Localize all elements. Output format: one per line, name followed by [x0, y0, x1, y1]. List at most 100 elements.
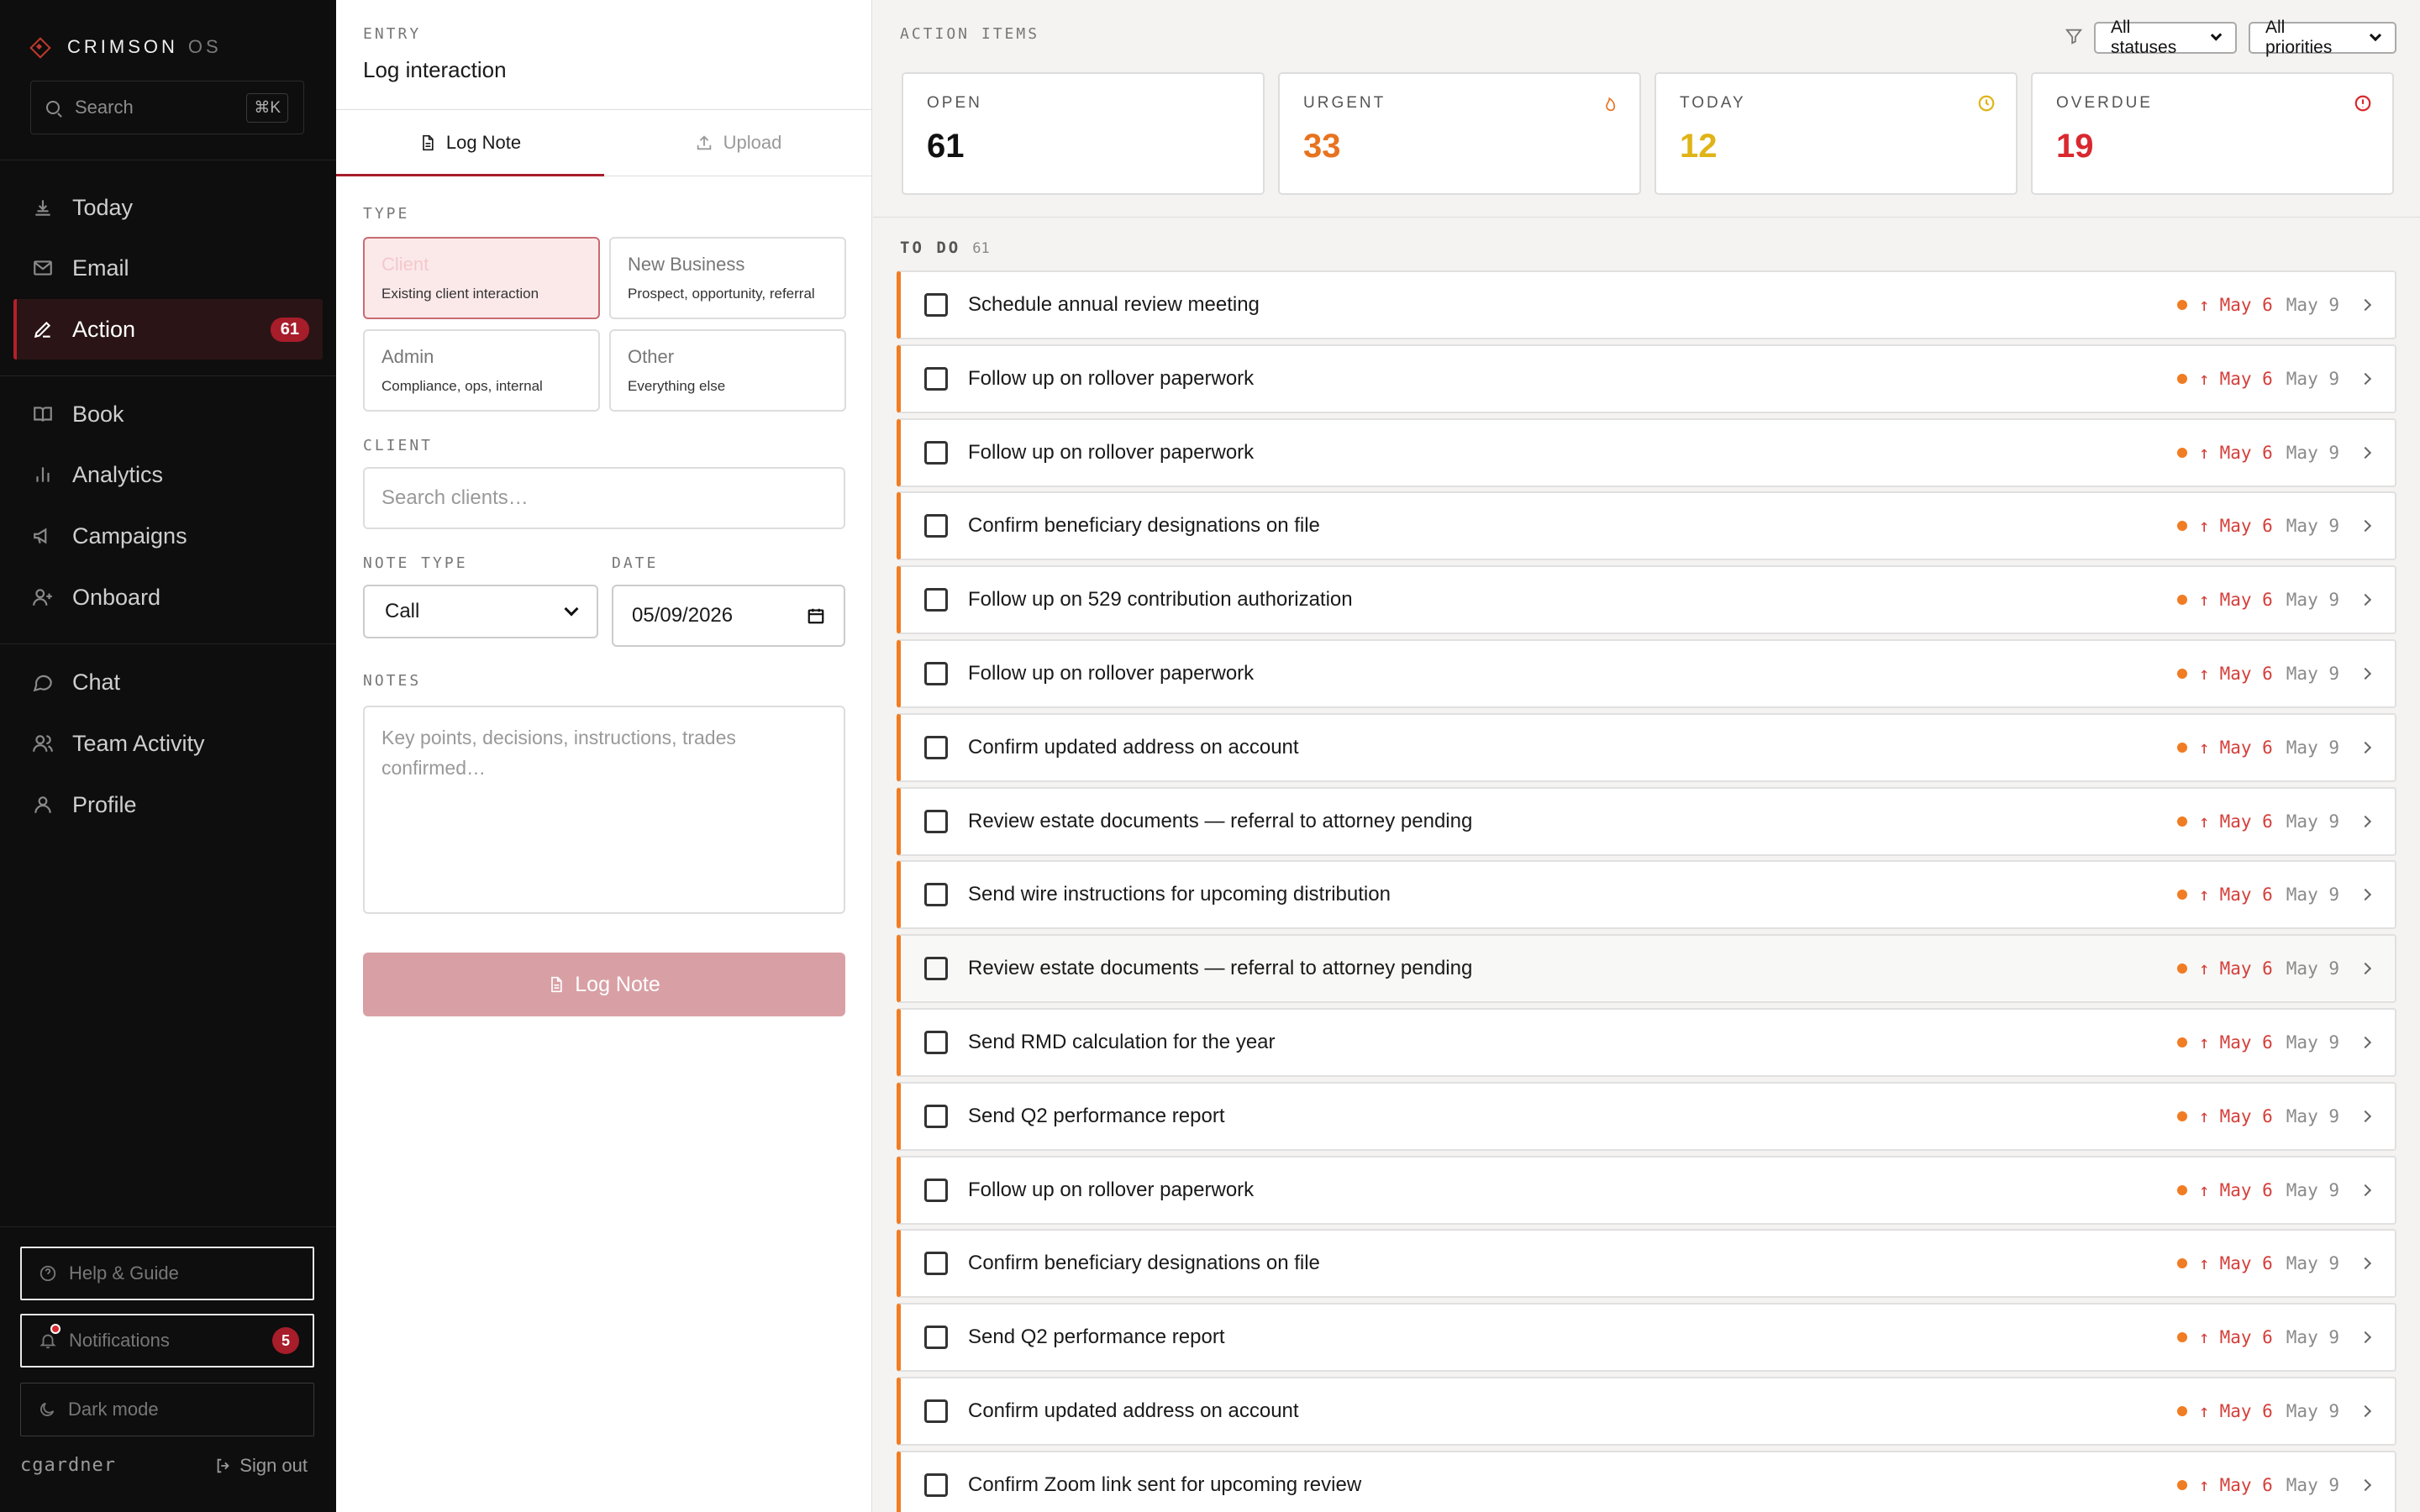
todo-checkbox[interactable] — [924, 1326, 948, 1349]
type-option-admin[interactable]: Admin Compliance, ops, internal — [363, 329, 600, 412]
todo-created-date: May 9 — [2286, 1327, 2339, 1347]
tab-log-note[interactable]: Log Note — [336, 110, 604, 176]
chevron-right-icon[interactable] — [2359, 1478, 2372, 1492]
todo-row[interactable]: Send wire instructions for upcoming dist… — [897, 860, 2396, 929]
todo-row[interactable]: Follow up on rollover paperwork ↑ May 6 May… — [897, 639, 2396, 708]
calendar-icon[interactable] — [807, 606, 825, 625]
nav-item-email[interactable]: Email — [13, 238, 323, 298]
todo-row[interactable]: Follow up on rollover paperwork ↑ May 6 May… — [897, 344, 2396, 413]
status-filter-select[interactable]: All statuses — [2094, 18, 2237, 57]
chevron-right-icon[interactable] — [2359, 1331, 2372, 1344]
chevron-right-icon[interactable] — [2359, 1110, 2372, 1123]
stat-card-urgent[interactable]: URGENT 33 — [1278, 72, 1641, 195]
todo-row[interactable]: Review estate documents — referral to at… — [897, 934, 2396, 1003]
todo-checkbox[interactable] — [924, 883, 948, 906]
nav-item-today[interactable]: Today — [13, 177, 323, 238]
nav-item-onboard[interactable]: Onboard — [13, 567, 323, 627]
todo-row[interactable]: Send Q2 performance report ↑ May 6 May 9 — [897, 1303, 2396, 1372]
dark-mode-toggle[interactable]: Dark mode — [20, 1383, 314, 1436]
todo-checkbox[interactable] — [924, 957, 948, 980]
stat-card-today[interactable]: TODAY 12 — [1655, 72, 2018, 195]
type-option-client[interactable]: Client Existing client interaction — [363, 237, 600, 319]
chevron-right-icon[interactable] — [2359, 1404, 2372, 1418]
todo-row[interactable]: Confirm updated address on account ↑ May 6… — [897, 713, 2396, 782]
chevron-right-icon[interactable] — [2359, 593, 2372, 606]
type-title: Other — [628, 346, 675, 367]
todo-row[interactable]: Send Q2 performance report ↑ May 6 May 9 — [897, 1082, 2396, 1151]
client-search-input[interactable]: Search clients… — [363, 467, 845, 529]
todo-checkbox[interactable] — [924, 1399, 948, 1423]
nav-item-action[interactable]: Action 61 — [13, 299, 323, 360]
todo-checkbox[interactable] — [924, 1252, 948, 1275]
todo-created-date: May 9 — [2286, 1401, 2339, 1421]
todo-checkbox[interactable] — [924, 293, 948, 317]
todo-checkbox[interactable] — [924, 1473, 948, 1497]
date-input[interactable]: 05/09/2026 — [612, 585, 845, 647]
type-desc: Existing client interaction — [381, 286, 539, 302]
todo-row[interactable]: Confirm updated address on account ↑ May 6… — [897, 1377, 2396, 1446]
todo-checkbox[interactable] — [924, 1031, 948, 1054]
todo-row[interactable]: Send RMD calculation for the year ↑ May 6 M… — [897, 1008, 2396, 1077]
todo-checkbox[interactable] — [924, 1179, 948, 1202]
todo-meta: ↑ May 6 May 9 — [2176, 1401, 2372, 1421]
nav-item-profile[interactable]: Profile — [13, 774, 323, 835]
notes-textarea[interactable]: Key points, decisions, instructions, tra… — [363, 706, 845, 914]
chevron-right-icon[interactable] — [2359, 741, 2372, 754]
priority-arrow-icon: ↑ — [2198, 1180, 2210, 1200]
todo-checkbox[interactable] — [924, 588, 948, 612]
nav-item-analytics[interactable]: Analytics — [13, 444, 323, 505]
todo-row[interactable]: Review estate documents — referral to at… — [897, 787, 2396, 856]
todo-checkbox[interactable] — [924, 1105, 948, 1128]
log-note-button[interactable]: Log Note — [363, 953, 845, 1016]
priority-dot-icon — [2176, 521, 2187, 531]
chevron-right-icon[interactable] — [2359, 372, 2372, 386]
priority-arrow-icon: ↑ — [2198, 443, 2210, 463]
todo-row[interactable]: Follow up on rollover paperwork ↑ May 6 May… — [897, 1156, 2396, 1225]
todo-row[interactable]: Confirm beneficiary designations on file… — [897, 491, 2396, 560]
chevron-right-icon[interactable] — [2359, 667, 2372, 680]
tab-upload[interactable]: Upload — [604, 110, 872, 176]
sign-out-button[interactable]: Sign out — [214, 1455, 308, 1477]
nav-item-campaigns[interactable]: Campaigns — [13, 506, 323, 566]
priority-filter-select[interactable]: All priorities — [2249, 18, 2396, 57]
alert-circle-icon — [2354, 94, 2372, 113]
nav-item-book[interactable]: Book — [13, 384, 323, 444]
priority-arrow-icon: ↑ — [2198, 1327, 2210, 1347]
todo-checkbox[interactable] — [924, 810, 948, 833]
chevron-right-icon[interactable] — [2359, 962, 2372, 975]
nav-item-chat[interactable]: Chat — [13, 652, 323, 712]
type-option-other[interactable]: Other Everything else — [609, 329, 846, 412]
notifications-button[interactable]: Notifications 5 — [20, 1314, 314, 1368]
todo-row[interactable]: Follow up on 529 contribution authorizat… — [897, 565, 2396, 634]
chevron-right-icon[interactable] — [2359, 888, 2372, 901]
todo-checkbox[interactable] — [924, 367, 948, 391]
nav-item-team-activity[interactable]: Team Activity — [13, 713, 323, 774]
stat-label: OPEN — [927, 94, 982, 112]
todo-checkbox[interactable] — [924, 736, 948, 759]
chevron-right-icon[interactable] — [2359, 298, 2372, 312]
nav-label: Campaigns — [72, 522, 187, 549]
stat-card-open[interactable]: OPEN 61 — [902, 72, 1265, 195]
chevron-right-icon[interactable] — [2359, 1036, 2372, 1049]
chevron-right-icon[interactable] — [2359, 1184, 2372, 1197]
search-input[interactable]: Search ⌘K — [30, 81, 304, 134]
todo-created-date: May 9 — [2286, 443, 2339, 463]
notes-placeholder: Key points, decisions, instructions, tra… — [381, 727, 736, 779]
todo-checkbox[interactable] — [924, 514, 948, 538]
chevron-right-icon[interactable] — [2359, 815, 2372, 828]
type-desc: Prospect, opportunity, referral — [628, 286, 815, 302]
chevron-right-icon[interactable] — [2359, 519, 2372, 533]
note-type-select[interactable]: Call — [363, 585, 598, 638]
todo-checkbox[interactable] — [924, 441, 948, 465]
help-guide-button[interactable]: Help & Guide — [20, 1247, 314, 1300]
brand[interactable]: CRIMSON OS — [30, 34, 222, 60]
todo-row[interactable]: Follow up on rollover paperwork ↑ May 6 May… — [897, 418, 2396, 487]
todo-row[interactable]: Confirm Zoom link sent for upcoming revi… — [897, 1451, 2396, 1512]
todo-row[interactable]: Confirm beneficiary designations on file… — [897, 1229, 2396, 1298]
chevron-right-icon[interactable] — [2359, 1257, 2372, 1270]
todo-checkbox[interactable] — [924, 662, 948, 685]
type-option-new-business[interactable]: New Business Prospect, opportunity, refe… — [609, 237, 846, 319]
todo-row[interactable]: Schedule annual review meeting ↑ May 6 May … — [897, 270, 2396, 339]
stat-card-overdue[interactable]: OVERDUE 19 — [2031, 72, 2394, 195]
chevron-right-icon[interactable] — [2359, 446, 2372, 459]
